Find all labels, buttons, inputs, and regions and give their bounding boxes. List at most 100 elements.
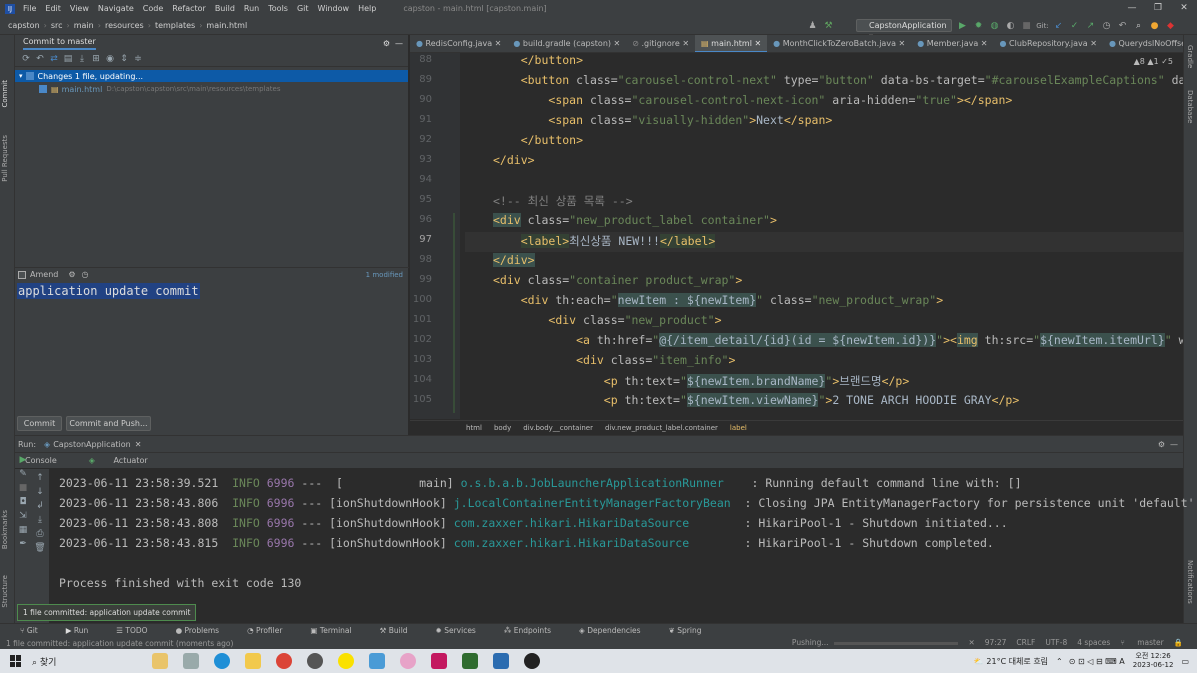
refresh-icon[interactable]: ⟳	[19, 54, 33, 64]
settings-gear-icon[interactable]: ⚙	[1158, 440, 1165, 449]
tab-todo[interactable]: ☰ TODO	[116, 626, 161, 635]
wrench-icon[interactable]: ✎	[15, 469, 31, 479]
app-icon[interactable]	[493, 653, 509, 669]
commit-and-push-button[interactable]: Commit and Push...	[66, 416, 151, 431]
line-separator[interactable]: CRLF	[1016, 637, 1035, 649]
crumb-src[interactable]: src	[51, 21, 63, 30]
crumb-label[interactable]: label	[730, 424, 747, 432]
search-everywhere-icon[interactable]: ⌕	[1132, 20, 1145, 32]
hide-panel-icon[interactable]: —	[1170, 440, 1178, 449]
tab-services[interactable]: ✹ Services	[436, 626, 490, 635]
diff-icon[interactable]: ⇄	[47, 54, 61, 64]
database-tool-tab[interactable]: Database	[1186, 90, 1194, 123]
app-icon[interactable]	[369, 653, 385, 669]
kakaotalk-icon[interactable]	[338, 653, 354, 669]
pull-requests-tool-tab[interactable]: Pull Requests	[1, 135, 9, 182]
git-push-icon[interactable]: ↗	[1084, 20, 1097, 32]
commit-button[interactable]: Commit	[17, 416, 62, 431]
tab-redisconfig[interactable]: ● RedisConfig.java ✕	[410, 35, 507, 52]
git-update-icon[interactable]: ↙	[1052, 20, 1065, 32]
rollback-icon[interactable]: ↶	[1116, 20, 1129, 32]
cancel-icon[interactable]: ✕	[968, 637, 974, 649]
lock-icon[interactable]: 🔒	[1174, 637, 1183, 649]
shelve-icon[interactable]: ▤	[61, 54, 75, 64]
git-commit-icon[interactable]: ✓	[1068, 20, 1081, 32]
status-message[interactable]: 1 file committed: application update com…	[6, 639, 233, 648]
bookmarks-tool-tab[interactable]: Bookmarks	[1, 510, 9, 549]
crumb-body[interactable]: body	[494, 424, 511, 432]
close-icon[interactable]: ✕	[1171, 0, 1197, 17]
code-area[interactable]: </button> <button class="carousel-contro…	[465, 53, 1183, 419]
camera-icon[interactable]: ◘	[15, 497, 31, 507]
amend-label[interactable]: Amend	[30, 270, 58, 279]
run-configuration-select[interactable]: CapstonApplication ▾	[856, 19, 952, 41]
exit-icon[interactable]: ⇲	[15, 511, 31, 521]
trash-icon[interactable]: 🗑	[32, 543, 48, 553]
tab-actuator[interactable]: ◈ Actuator	[89, 456, 164, 465]
chevron-down-icon[interactable]: ▾	[19, 72, 23, 80]
task-view-icon[interactable]	[183, 653, 199, 669]
run-config-tab[interactable]: CapstonApplication	[53, 440, 131, 449]
changed-file-row[interactable]: ▤ main.html D:\capston\capston\src\main\…	[15, 83, 408, 95]
view-options-icon[interactable]: ◉	[103, 54, 117, 64]
tab-terminal[interactable]: ▣ Terminal	[310, 626, 365, 635]
settings-gear-icon[interactable]: ⚙	[383, 39, 390, 48]
build-hammer-icon[interactable]: ⚒	[822, 20, 835, 32]
pin-icon[interactable]: ✒	[15, 539, 31, 549]
caret-position[interactable]: 97:27	[985, 637, 1007, 649]
scroll-to-end-icon[interactable]: ⤓	[32, 515, 48, 525]
tab-endpoints[interactable]: ⁂ Endpoints	[504, 626, 565, 635]
soft-wrap-icon[interactable]: ↲	[32, 501, 48, 511]
tray-chevron-up-icon[interactable]: ⌃	[1056, 657, 1063, 666]
user-icon[interactable]: ♟	[806, 20, 819, 32]
menu-file[interactable]: File	[23, 4, 36, 13]
crumb-templates[interactable]: templates	[155, 21, 195, 30]
menu-tools[interactable]: Tools	[268, 4, 288, 13]
tab-monthclick[interactable]: ● MonthClickToZeroBatch.java ✕	[767, 35, 911, 52]
tab-member[interactable]: ● Member.java ✕	[911, 35, 993, 52]
commit-toast[interactable]: 1 file committed: application update com…	[17, 604, 197, 621]
tab-spring[interactable]: ❦ Spring	[669, 626, 716, 635]
settings-icon[interactable]	[307, 653, 323, 669]
rerun-icon[interactable]: ▶	[15, 455, 31, 465]
tab-git[interactable]: ⑂ Git	[20, 626, 52, 635]
windows-start-icon[interactable]	[10, 655, 22, 667]
app-icon[interactable]	[400, 653, 416, 669]
rollback-icon[interactable]: ↶	[33, 54, 47, 64]
commit-tool-tab[interactable]: Commit	[1, 80, 9, 108]
indent-setting[interactable]: 4 spaces	[1077, 637, 1110, 649]
tab-main-html[interactable]: ▤ main.html ✕	[695, 35, 768, 52]
file-explorer-icon[interactable]	[245, 653, 261, 669]
tab-gitignore[interactable]: ⊘ .gitignore ✕	[626, 35, 695, 52]
menu-view[interactable]: View	[70, 4, 89, 13]
app-icon[interactable]	[462, 653, 478, 669]
menu-git[interactable]: Git	[297, 4, 309, 13]
changes-checkbox[interactable]	[25, 72, 34, 80]
notification-icon[interactable]: ▭	[1181, 657, 1189, 666]
history-icon[interactable]: ◷	[82, 270, 89, 279]
weather-widget[interactable]: ⛅ 21°C 대체로 흐림	[974, 656, 1048, 667]
debug-icon[interactable]: ✹	[972, 20, 985, 32]
pinned-app-icon[interactable]	[152, 653, 168, 669]
tab-build-gradle[interactable]: ● build.gradle (capston) ✕	[507, 35, 626, 52]
crumb-project[interactable]: capston	[8, 21, 40, 30]
hide-panel-icon[interactable]: —	[395, 39, 403, 48]
crumb-file[interactable]: main.html	[206, 21, 247, 30]
close-icon[interactable]: ✕	[135, 440, 142, 449]
update-notice-icon[interactable]: ●	[1148, 20, 1161, 32]
crumb-main[interactable]: main	[74, 21, 94, 30]
taskbar-clock[interactable]: 오전 12:26 2023-06-12	[1133, 652, 1174, 670]
menu-help[interactable]: Help	[358, 4, 376, 13]
taskbar-search[interactable]: ⌕ 찾기	[32, 655, 152, 668]
file-checkbox[interactable]	[39, 85, 47, 93]
coverage-icon[interactable]: ◍	[988, 20, 1001, 32]
scroll-down-icon[interactable]: ↓	[32, 487, 48, 497]
menu-code[interactable]: Code	[143, 4, 163, 13]
tab-clubrepository[interactable]: ● ClubRepository.java ✕	[994, 35, 1103, 52]
expand-all-icon[interactable]: ⇕	[117, 54, 131, 64]
intellij-icon[interactable]	[431, 653, 447, 669]
jetbrains-icon[interactable]: ◆	[1164, 20, 1177, 32]
edge-browser-icon[interactable]	[214, 653, 230, 669]
menu-run[interactable]: Run	[244, 4, 259, 13]
group-by-icon[interactable]: ⊞	[89, 54, 103, 64]
